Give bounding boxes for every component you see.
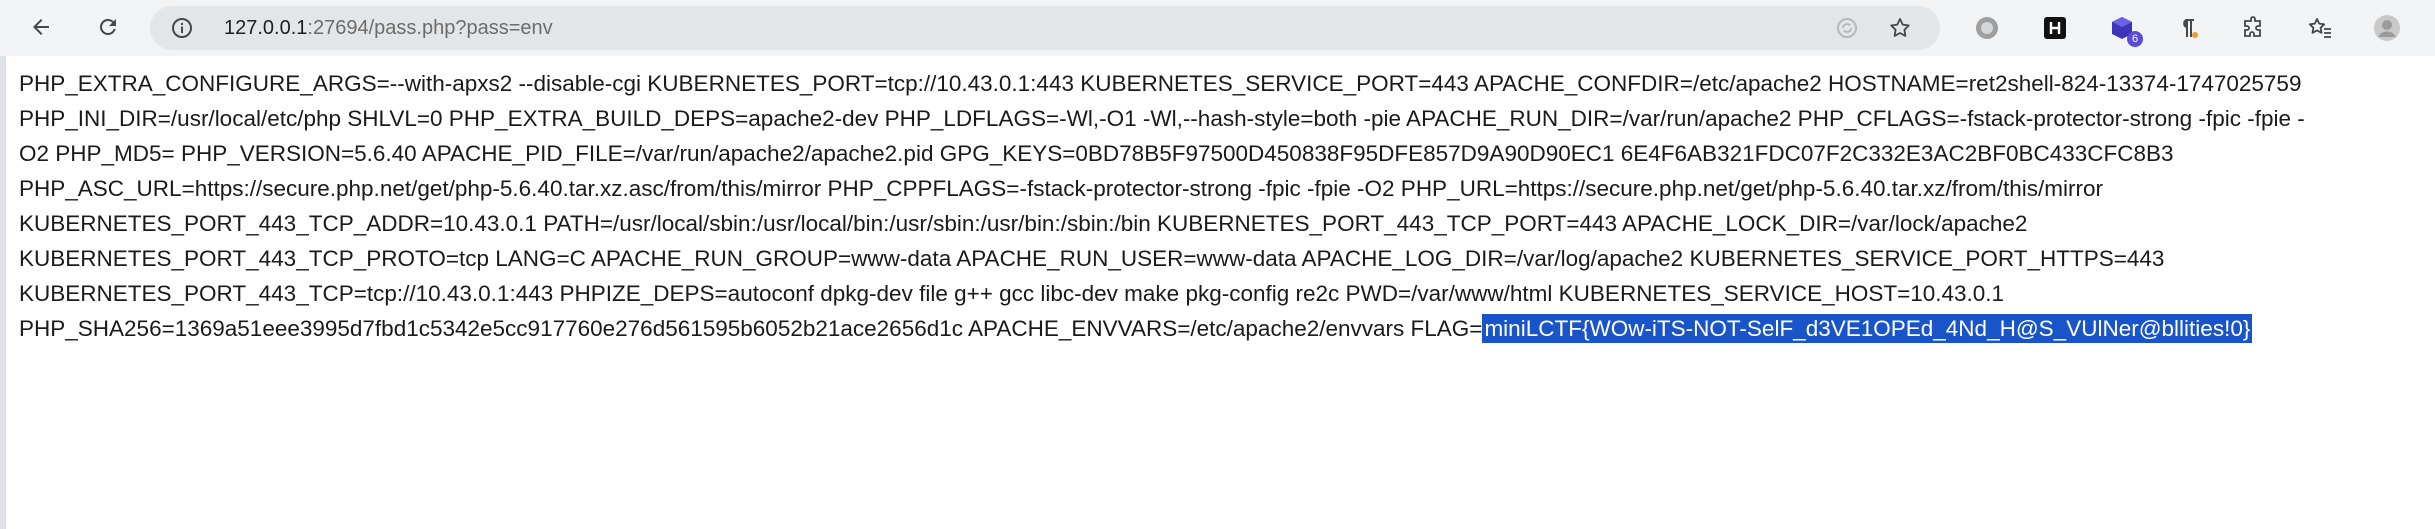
env-line-prefix: PHP_SHA256=1369a51eee3995d7fbd1c5342e5cc… xyxy=(19,316,1483,341)
extension-h-icon[interactable] xyxy=(2040,13,2070,43)
reload-button[interactable] xyxy=(89,8,127,46)
env-line: O2 PHP_MD5= PHP_VERSION=5.6.40 APACHE_PI… xyxy=(19,141,2174,166)
arrow-left-icon xyxy=(33,19,49,35)
back-button[interactable] xyxy=(22,8,60,46)
puzzle-icon[interactable] xyxy=(2238,13,2268,43)
avatar-icon[interactable] xyxy=(2372,13,2402,43)
env-line: PHP_INI_DIR=/usr/local/etc/php SHLVL=0 P… xyxy=(19,106,2305,131)
page-content: PHP_EXTRA_CONFIGURE_ARGS=--with-apxs2 --… xyxy=(6,56,2435,529)
star-list-icon[interactable] xyxy=(2305,13,2335,43)
env-line: KUBERNETES_PORT_443_TCP=tcp://10.43.0.1:… xyxy=(19,281,2005,306)
browser-toolbar: 127.0.0.1:27694/pass.php?pass=env 6 xyxy=(0,0,2435,56)
info-circle-icon[interactable] xyxy=(170,16,194,40)
env-output: PHP_EXTRA_CONFIGURE_ARGS=--with-apxs2 --… xyxy=(19,66,2435,346)
extension-cube-icon[interactable]: 6 xyxy=(2107,13,2143,47)
env-line: KUBERNETES_PORT_443_TCP_PROTO=tcp LANG=C… xyxy=(19,246,2165,271)
env-line: PHP_EXTRA_CONFIGURE_ARGS=--with-apxs2 --… xyxy=(19,71,2302,96)
env-line-last: PHP_SHA256=1369a51eee3995d7fbd1c5342e5cc… xyxy=(19,311,2435,346)
selected-flag-text[interactable]: miniLCTF{WOw-iTS-NOT-SelF_d3VE1OPEd_4Nd_… xyxy=(1482,314,2253,343)
extension-circle-icon[interactable] xyxy=(1972,13,2002,43)
env-line: KUBERNETES_PORT_443_TCP_ADDR=10.43.0.1 P… xyxy=(19,211,2028,236)
address-bar[interactable]: 127.0.0.1:27694/pass.php?pass=env xyxy=(150,6,1940,50)
extension-badge: 6 xyxy=(2127,31,2143,47)
star-icon[interactable] xyxy=(1888,16,1912,40)
url-text[interactable]: 127.0.0.1:27694/pass.php?pass=env xyxy=(224,6,553,50)
url-host: 127.0.0.1 xyxy=(224,17,308,39)
url-path: :27694/pass.php?pass=env xyxy=(307,17,553,39)
reload-icon xyxy=(99,18,116,35)
extension-pilcrow-icon[interactable] xyxy=(2172,13,2202,43)
env-line: PHP_ASC_URL=https://secure.php.net/get/p… xyxy=(19,176,2104,201)
translate-icon[interactable] xyxy=(1835,16,1859,40)
